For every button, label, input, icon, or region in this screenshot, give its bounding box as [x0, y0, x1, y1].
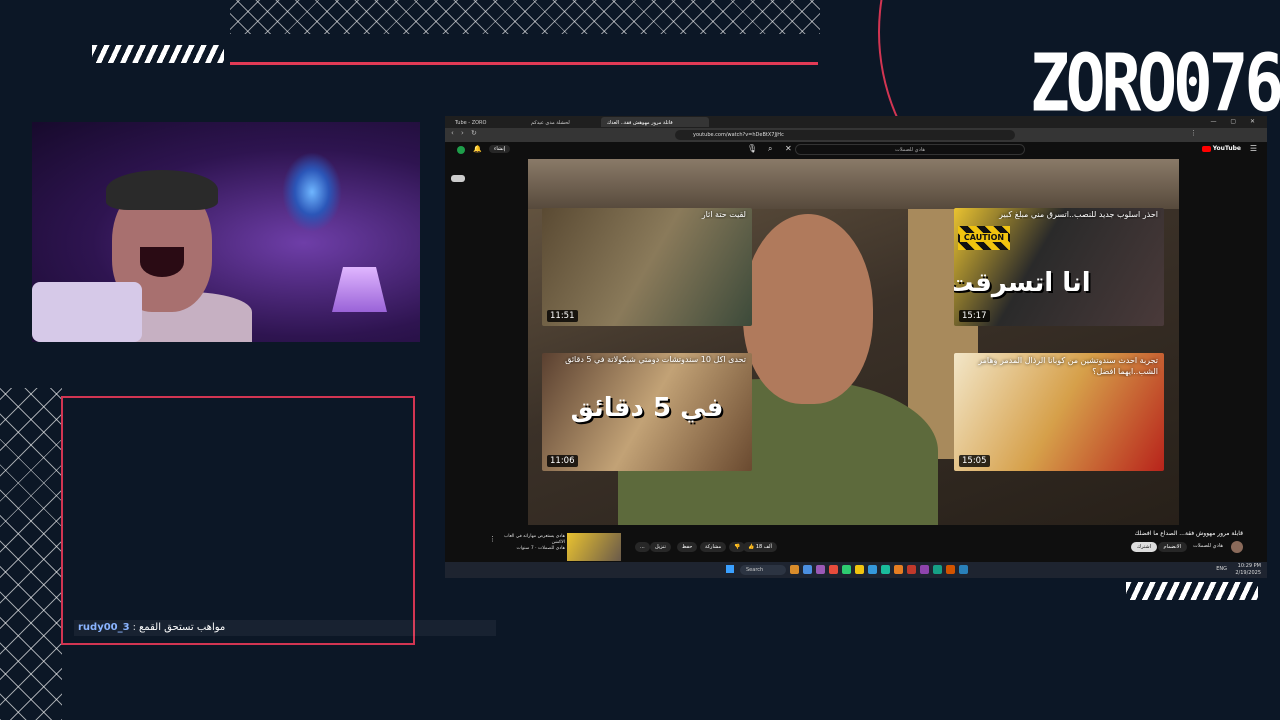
browser-tab-active[interactable]: قاتلة مرور مهوهش فقة.. العدك — [601, 117, 709, 127]
channel-name[interactable]: هادي للصملات — [1193, 543, 1223, 549]
endcard-title: لقيت حتة اثار — [701, 210, 746, 219]
subscribe-button[interactable]: اشترك — [1131, 542, 1157, 552]
app-icon[interactable] — [829, 565, 838, 574]
endcard-title: احذر اسلوب جديد للنصب..اتسرق مني مبلغ كب… — [999, 210, 1158, 219]
video-player[interactable]: لقيت حتة اثار 11:51 احذر اسلوب جديد للنص… — [528, 159, 1179, 525]
extensions-icon[interactable]: ⋮ — [1190, 129, 1197, 137]
webcam-mouth — [140, 247, 184, 277]
app-icon[interactable] — [894, 565, 903, 574]
youtube-play-icon — [1201, 145, 1211, 152]
endcard-video[interactable]: تجربة احدث سندوتشين من كوبانا الرذال الم… — [954, 353, 1164, 471]
endcard-duration: 11:51 — [547, 310, 578, 322]
clock-date: 2/19/2025 — [1235, 570, 1261, 576]
like-button[interactable]: 👍 18 ألف — [743, 542, 777, 552]
chat-box-frame — [61, 396, 415, 645]
url-field[interactable]: youtube.com/watch?v=hDeBtX7JjHc — [675, 130, 1015, 140]
notifications-icon[interactable]: 🔔 — [473, 145, 482, 153]
browser-tab-bar: Tube - ZORO لحشلة مدى عيدكم قاتلة مرور م… — [445, 116, 1267, 128]
youtube-logo-text: YouTube — [1212, 145, 1241, 152]
webcam-cap — [106, 170, 218, 210]
forward-icon[interactable]: › — [461, 129, 464, 137]
channel-avatar[interactable] — [1231, 541, 1243, 553]
video-title: قابلة مرور مهووش فقة... الصداع ما افضلك — [1134, 530, 1243, 537]
taskbar-clock[interactable]: 10:29 PM 2/19/2025 — [1235, 563, 1261, 577]
browser-address-bar: ‹ › ↻ youtube.com/watch?v=hDeBtX7JjHc ⋮ — [445, 128, 1267, 142]
window-controls[interactable]: — ▢ ✕ — [1210, 116, 1261, 128]
diamond-pattern-decoration — [230, 0, 820, 34]
endcard-video[interactable]: تحدى اكل 10 سندوتشات دومتي شيكولاتة في 5… — [542, 353, 752, 471]
video-info-bar: ⋮ هادي يستعرض مهاراته في العاب الاكشن هاد… — [445, 525, 1267, 561]
clock-time: 10:29 PM — [1237, 563, 1261, 569]
windows-start-icon[interactable] — [726, 565, 734, 573]
app-icon[interactable] — [816, 565, 825, 574]
app-icon[interactable] — [868, 565, 877, 574]
chat-separator: : — [132, 622, 136, 633]
app-icon[interactable] — [881, 565, 890, 574]
app-icon[interactable] — [959, 565, 968, 574]
endcard-duration: 15:17 — [959, 310, 990, 322]
stripe-decoration-bottom — [1126, 582, 1258, 600]
back-icon[interactable]: ‹ — [451, 129, 454, 137]
chat-username: rudy00_3 — [78, 622, 130, 633]
share-button[interactable]: مشاركة — [700, 542, 727, 552]
cc-badge[interactable] — [451, 175, 465, 182]
webcam-feed — [32, 122, 420, 342]
webcam-microphone — [32, 282, 142, 342]
chat-message: rudy00_3: مواهب تستحق القمع — [74, 620, 496, 636]
taskbar-apps — [790, 565, 968, 575]
app-icon[interactable] — [920, 565, 929, 574]
youtube-header: 🔔 إنشاء 🎙 ⌕ ✕ هادي للصملات YouTube ☰ — [445, 142, 1267, 158]
app-icon[interactable] — [842, 565, 851, 574]
endcard-overlay-text: انا اتسرقت — [954, 268, 1091, 298]
up-next-title-text: هادي يستعرض مهاراته في العاب الاكشن — [504, 534, 565, 545]
join-button[interactable]: الانضمام — [1157, 542, 1187, 552]
mic-icon[interactable]: 🎙 — [747, 144, 757, 153]
app-icon[interactable] — [790, 565, 799, 574]
endcard-title: تجربة احدث سندوتشين من كوبانا الرذال الم… — [978, 356, 1158, 376]
app-icon[interactable] — [933, 565, 942, 574]
red-line-decoration — [230, 62, 818, 65]
chat-text: مواهب تستحق القمع — [138, 622, 226, 633]
create-button[interactable]: إنشاء — [489, 145, 511, 153]
app-icon[interactable] — [855, 565, 864, 574]
more-actions-button[interactable]: ... — [635, 542, 650, 552]
clear-icon[interactable]: ✕ — [785, 144, 792, 153]
screen-share: Tube - ZORO لحشلة مدى عيدكم قاتلة مرور م… — [445, 116, 1267, 578]
endcard-overlay-text: في 5 دقائق — [570, 393, 724, 423]
browser-tab[interactable]: لحشلة مدى عيدكم — [525, 117, 609, 127]
video-person-head — [743, 214, 873, 404]
account-avatar[interactable] — [457, 146, 465, 154]
app-icon[interactable] — [907, 565, 916, 574]
browser-tab[interactable]: Tube - ZORO — [449, 117, 533, 127]
reload-icon[interactable]: ↻ — [471, 129, 477, 137]
stripe-decoration — [92, 45, 224, 63]
search-icon[interactable]: ⌕ — [768, 144, 772, 154]
up-next-thumbnail[interactable] — [567, 533, 621, 561]
caution-label: CAUTION — [960, 233, 1008, 242]
app-icon[interactable] — [946, 565, 955, 574]
save-button[interactable]: حفظ — [677, 542, 698, 552]
endcard-title: تحدى اكل 10 سندوتشات دومتي شيكولاتة في 5… — [565, 355, 746, 364]
endcard-video[interactable]: احذر اسلوب جديد للنصب..اتسرق مني مبلغ كب… — [954, 208, 1164, 326]
menu-icon[interactable]: ☰ — [1250, 144, 1257, 153]
endcard-duration: 15:05 — [959, 455, 990, 467]
video-background-shelf — [528, 159, 1179, 209]
caution-sign: CAUTION — [958, 226, 1010, 250]
taskbar-search[interactable]: Search — [740, 565, 786, 575]
webcam-blue-light — [282, 152, 342, 232]
download-button[interactable]: تنزيل — [650, 542, 671, 552]
system-tray[interactable]: ENG — [1216, 566, 1227, 572]
endcard-duration: 11:06 — [547, 455, 578, 467]
up-next-title[interactable]: هادي يستعرض مهاراته في العاب الاكشن هادي … — [495, 534, 565, 552]
app-icon[interactable] — [803, 565, 812, 574]
search-input[interactable]: هادي للصملات — [795, 144, 1025, 155]
youtube-logo[interactable]: YouTube — [1200, 145, 1241, 152]
up-next-meta: هادي للصملات · 7 سنوات — [516, 546, 565, 551]
lattice-decoration — [0, 388, 62, 720]
webcam-lamp — [332, 267, 387, 312]
endcard-video[interactable]: لقيت حتة اثار 11:51 — [542, 208, 752, 326]
windows-taskbar: Search ENG 10:29 PM 2/19/2025 — [445, 562, 1267, 578]
